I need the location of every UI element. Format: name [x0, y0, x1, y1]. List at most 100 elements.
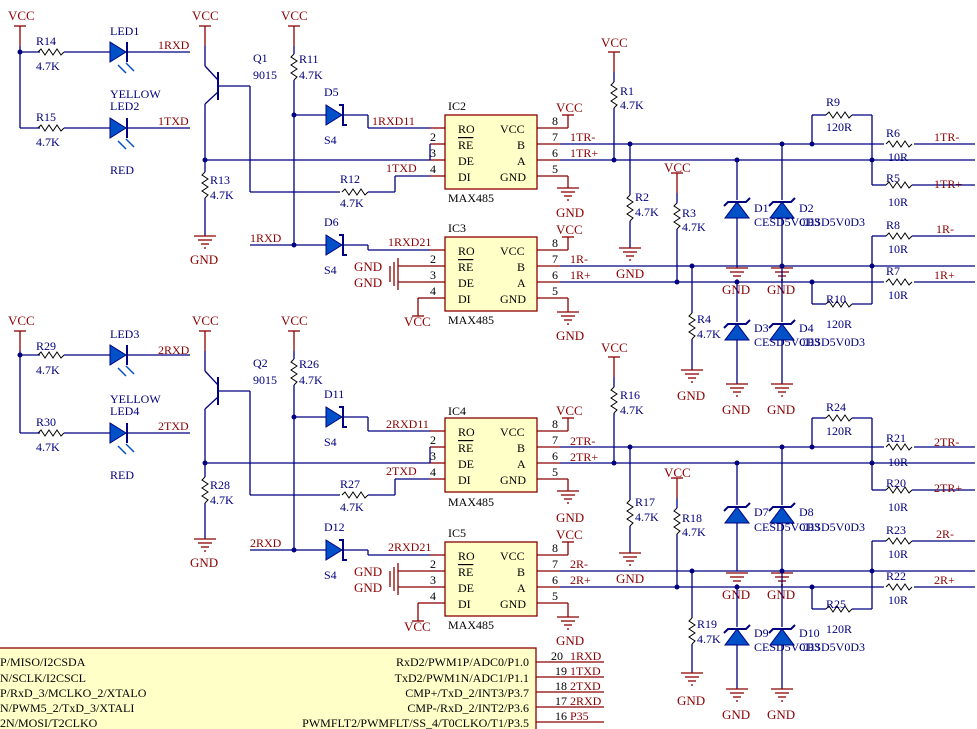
gnd-symbol: GND: [556, 616, 584, 648]
svg-text:3: 3: [430, 268, 436, 282]
svg-text:D12: D12: [324, 520, 345, 534]
svg-text:R6: R6: [886, 126, 900, 140]
net-label-2rxd11: 2RXD11: [386, 417, 429, 431]
svg-text:VCC: VCC: [404, 314, 431, 329]
svg-text:RED: RED: [110, 468, 134, 482]
gnd-symbol: GND: [190, 538, 218, 570]
svg-text:D3: D3: [754, 321, 769, 335]
gnd-tie-ic5: GND GND VCC: [354, 563, 431, 634]
svg-text:VCC: VCC: [664, 465, 691, 480]
resistor-r25: R25 120R: [825, 597, 853, 636]
svg-text:VCC: VCC: [664, 160, 691, 175]
svg-text:B: B: [517, 441, 525, 455]
svg-text:R14: R14: [36, 34, 56, 48]
net-label-2tr-minus: 2TR-: [570, 434, 595, 448]
svg-text:4.7K: 4.7K: [210, 188, 234, 202]
net-label-mcu-2rxd: 2RXD: [570, 694, 602, 708]
svg-text:D1: D1: [754, 201, 769, 215]
svg-text:R10: R10: [826, 292, 846, 306]
svg-text:GND: GND: [556, 510, 584, 525]
net-label-1txd: 1TXD: [158, 114, 189, 128]
svg-text:VCC: VCC: [281, 8, 308, 23]
svg-text:VCC: VCC: [556, 403, 583, 418]
vcc-symbol: VCC: [601, 340, 628, 378]
svg-text:5: 5: [552, 162, 558, 176]
svg-text:R17: R17: [635, 495, 655, 509]
svg-text:VCC: VCC: [500, 549, 525, 563]
svg-text:GND: GND: [767, 707, 795, 722]
svg-text:16: 16: [555, 709, 567, 723]
svg-text:VCC: VCC: [556, 222, 583, 237]
svg-text:4: 4: [430, 589, 436, 603]
svg-text:GND: GND: [556, 328, 584, 343]
svg-text:R15: R15: [36, 110, 56, 124]
svg-text:R3: R3: [682, 206, 696, 220]
resistor-r6: R6 10R: [884, 126, 914, 164]
vcc-symbol: VCC: [556, 403, 583, 419]
svg-text:3: 3: [430, 573, 436, 587]
resistor-r27: R27 4.7K: [340, 477, 369, 514]
svg-text:R8: R8: [886, 218, 900, 232]
svg-text:GND: GND: [500, 597, 526, 611]
svg-text:10R: 10R: [888, 195, 908, 209]
led2: LED2 RED: [109, 99, 139, 177]
svg-text:10R: 10R: [888, 593, 908, 607]
svg-text:4.7K: 4.7K: [682, 220, 706, 234]
svg-text:N/PWM5_2/TxD_3/XTALI: N/PWM5_2/TxD_3/XTALI: [0, 701, 134, 715]
svg-text:IC3: IC3: [448, 221, 466, 235]
net-label-mcu-p35: P35: [570, 709, 589, 723]
svg-text:P/MISO/I2CSDA: P/MISO/I2CSDA: [0, 655, 86, 669]
svg-text:8: 8: [552, 114, 558, 128]
svg-text:4.7K: 4.7K: [682, 525, 706, 539]
svg-text:D7: D7: [754, 505, 769, 519]
svg-text:6: 6: [552, 268, 558, 282]
svg-text:VCC: VCC: [8, 313, 35, 328]
svg-text:VCC: VCC: [192, 313, 219, 328]
net-label-mcu-2txd: 2TXD: [570, 679, 601, 693]
svg-text:4.7K: 4.7K: [36, 135, 60, 149]
resistor-r4: R4 4.7K: [688, 312, 721, 341]
svg-text:RO: RO: [458, 425, 475, 439]
net-label-1txd-ic: 1TXD: [386, 161, 417, 175]
svg-text:D6: D6: [324, 215, 339, 229]
gnd-symbol: GND: [616, 247, 644, 281]
ic3-max485: IC3 MAX485 RO RE DE DI VCC B A GND 2 3 4…: [430, 221, 568, 327]
svg-text:DE: DE: [458, 457, 474, 471]
svg-text:4.7K: 4.7K: [36, 440, 60, 454]
vcc-symbol: VCC: [556, 527, 583, 543]
svg-text:VCC: VCC: [601, 340, 628, 355]
svg-text:LED2: LED2: [110, 99, 139, 113]
svg-text:8: 8: [552, 236, 558, 250]
svg-text:CESD5V0D3: CESD5V0D3: [799, 335, 865, 349]
svg-text:R4: R4: [697, 312, 711, 326]
resistor-r2: R2 4.7K: [626, 190, 659, 222]
svg-text:R2: R2: [635, 190, 649, 204]
svg-text:VCC: VCC: [404, 619, 431, 634]
svg-text:RO: RO: [458, 549, 475, 563]
resistor-r15: R15 4.7K: [36, 110, 65, 149]
svg-text:RE: RE: [458, 441, 473, 455]
svg-text:LED3: LED3: [110, 327, 139, 341]
svg-text:18: 18: [555, 679, 567, 693]
transistor-q1: Q1 9015: [204, 46, 277, 160]
svg-text:GND: GND: [767, 282, 795, 297]
svg-text:4.7K: 4.7K: [697, 632, 721, 646]
svg-text:19: 19: [555, 664, 567, 678]
net-label-1rxd21: 1RXD21: [388, 235, 431, 249]
svg-text:4.7K: 4.7K: [620, 98, 644, 112]
gnd-symbol: GND: [677, 672, 705, 708]
svg-text:2: 2: [430, 557, 436, 571]
vcc-symbol: VCC: [556, 100, 583, 116]
vcc-symbol: VCC: [664, 465, 691, 499]
net-label-2rxd21: 2RXD21: [388, 540, 431, 554]
svg-text:IC2: IC2: [448, 99, 466, 113]
svg-text:120R: 120R: [826, 622, 852, 636]
svg-text:Q1: Q1: [253, 51, 268, 65]
ic2-max485: IC2 MAX485 RO RE DE DI VCC B A GND 2 3 4…: [430, 99, 568, 205]
svg-text:4.7K: 4.7K: [210, 493, 234, 507]
net-label-1r-minus: 1R-: [570, 252, 588, 266]
svg-text:4.7K: 4.7K: [36, 363, 60, 377]
gnd-symbol: GND: [767, 383, 795, 417]
svg-text:S4: S4: [324, 263, 337, 277]
svg-text:10R: 10R: [888, 288, 908, 302]
